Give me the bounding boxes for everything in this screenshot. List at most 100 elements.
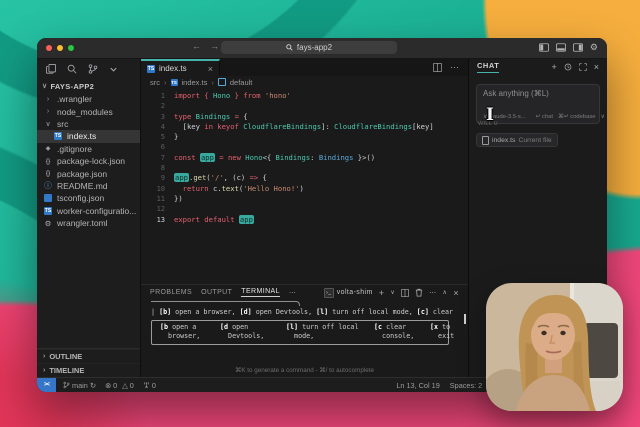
context-chip-current-file[interactable]: index.ts Current file <box>476 133 558 147</box>
errors-count: 0 <box>113 381 117 390</box>
breadcrumb[interactable]: src › TS index.ts › default <box>141 76 468 88</box>
explorer-root-header[interactable]: ∨ FAYS-APP2 <box>37 79 140 93</box>
screen: ← → fays-app2 ⚙ <box>0 0 640 427</box>
diamond-icon: ◆ <box>43 145 53 152</box>
terminal-instance-label: volta-shim <box>337 289 373 296</box>
tree-item-label: .gitignore <box>57 144 92 154</box>
tree-item-label: src <box>57 119 68 129</box>
terminal-dropdown-chevron-icon[interactable]: ∨ <box>390 289 395 296</box>
typescript-file-icon: TS <box>171 79 178 86</box>
chat-input-box[interactable]: Ask anything (⌘L) ∨ claude-3.5-s... ↵ ch… <box>476 84 600 124</box>
tab-terminal[interactable]: TERMINAL <box>241 288 280 297</box>
split-terminal-icon[interactable] <box>401 289 409 297</box>
maximize-panel-icon[interactable]: ∧ <box>443 289 448 296</box>
chat-submit-label[interactable]: ↵ chat <box>536 114 553 120</box>
code-line-9: 9app.get('/', (c) => { <box>141 173 468 183</box>
tree-item--wrangler[interactable]: ›.wrangler <box>37 93 140 105</box>
problems-status[interactable]: ⊗ 0 △ 0 <box>105 381 134 390</box>
source-control-branch-icon[interactable] <box>88 64 98 74</box>
toggle-primary-sidebar-icon[interactable] <box>539 43 549 52</box>
timeline-section[interactable]: › TIMELINE <box>37 363 140 377</box>
minimize-window-button[interactable] <box>57 45 63 51</box>
panel-more-tabs-icon[interactable]: ⋯ <box>289 289 296 297</box>
tab-index-ts[interactable]: TS index.ts × <box>141 59 220 76</box>
ports-status[interactable]: 0 <box>143 381 156 390</box>
chat-tab-label[interactable]: CHAT <box>477 61 499 73</box>
chevron-right-icon: › <box>43 353 45 360</box>
typescript-file-icon: TS <box>147 65 155 73</box>
expand-chat-icon[interactable] <box>579 63 587 71</box>
history-forward-button[interactable]: → <box>210 41 219 51</box>
line-number: 8 <box>141 163 174 173</box>
line-number: 10 <box>141 184 174 194</box>
zoom-window-button[interactable] <box>68 45 74 51</box>
search-sidebar-icon[interactable] <box>67 64 77 74</box>
code-line-11: 11}) <box>141 194 468 204</box>
tree-item-node-modules[interactable]: ›node_modules <box>37 105 140 117</box>
close-tab-icon[interactable]: × <box>208 64 213 74</box>
tab-output[interactable]: OUTPUT <box>201 289 232 297</box>
code-line-3: 3type Bindings = { <box>141 112 468 122</box>
toggle-secondary-sidebar-icon[interactable] <box>573 43 583 52</box>
close-window-button[interactable] <box>46 45 52 51</box>
tree-item-index-ts[interactable]: TSindex.ts <box>37 130 140 142</box>
breadcrumb-symbol[interactable]: default <box>230 78 253 87</box>
close-panel-icon[interactable]: × <box>453 288 459 298</box>
tree-item-label: package.json <box>57 169 107 179</box>
editor-more-actions-icon[interactable]: ⋯ <box>450 62 459 73</box>
code-line-10: 10 return c.text('Hello Hono!') <box>141 184 468 194</box>
webcam-video-frame <box>486 283 623 411</box>
line-number: 2 <box>141 101 174 111</box>
explorer-root-label: FAYS-APP2 <box>50 82 94 91</box>
code-line-7: 7const app = new Hono<{ Bindings: Bindin… <box>141 153 468 163</box>
more-views-chevron-icon[interactable] <box>109 65 118 74</box>
warnings-count: 0 <box>130 381 134 390</box>
explorer-files-icon[interactable] <box>46 64 56 74</box>
terminal-instance-chip[interactable]: ›_ volta-shim <box>324 288 373 298</box>
terminal-output[interactable]: | [b] open a browser, [d] open Devtools,… <box>141 300 468 377</box>
remote-indicator[interactable]: >< <box>37 378 56 392</box>
breadcrumb-src[interactable]: src <box>150 78 160 87</box>
outline-section[interactable]: › OUTLINE <box>37 349 140 363</box>
codebase-submit-label[interactable]: ⌘↵ codebase <box>558 114 595 120</box>
info-icon: ⓘ <box>43 180 53 191</box>
tree-item-package-lock-json[interactable]: {}package-lock.json <box>37 155 140 167</box>
chat-history-clock-icon[interactable] <box>564 63 572 71</box>
new-terminal-button[interactable]: + <box>379 288 385 298</box>
split-editor-icon[interactable] <box>433 63 442 72</box>
tree-item-wrangler-toml[interactable]: ⚙wrangler.toml <box>37 217 140 229</box>
submit-options-chevron-icon[interactable]: ∨ <box>600 114 604 120</box>
tree-item-label: wrangler.toml <box>57 218 108 228</box>
history-back-button[interactable]: ← <box>192 41 201 51</box>
legend-column: [l] turn off local mode, <box>286 323 374 341</box>
terminal-scrollbar[interactable] <box>464 314 466 324</box>
search-icon <box>286 44 293 51</box>
legend-column: [b open a browser, <box>160 323 220 341</box>
tab-problems[interactable]: PROBLEMS <box>150 289 192 297</box>
ports-count: 0 <box>152 381 156 390</box>
close-chat-icon[interactable]: × <box>594 62 599 72</box>
new-chat-button[interactable]: + <box>551 62 556 72</box>
tree-item-src[interactable]: ∨ src <box>37 118 140 130</box>
tree-item--gitignore[interactable]: ◆ .gitignore <box>37 143 140 155</box>
command-center-search[interactable]: fays-app2 <box>221 41 397 54</box>
line-number: 11 <box>141 194 174 204</box>
git-branch-status[interactable]: main ↻ <box>63 381 96 390</box>
statusbar-item[interactable]: Ln 13, Col 19 <box>396 381 439 390</box>
tree-item-readme-md[interactable]: ⓘREADME.md <box>37 180 140 192</box>
tree-item-package-json[interactable]: {}package.json <box>37 167 140 179</box>
breadcrumb-file[interactable]: index.ts <box>182 78 208 87</box>
code-line-2: 2 <box>141 101 468 111</box>
kill-terminal-trash-icon[interactable] <box>415 288 423 297</box>
customize-layout-gear-icon[interactable]: ⚙ <box>590 42 598 53</box>
tree-item-worker-configuratio-[interactable]: TSworker-configuratio... <box>37 205 140 217</box>
ts-icon: TS <box>43 207 53 215</box>
code-editor[interactable]: 1import { Hono } from 'hono'23type Bindi… <box>141 88 468 284</box>
panel-more-actions-icon[interactable]: ⋯ <box>429 289 436 297</box>
toggle-panel-icon[interactable] <box>556 43 566 52</box>
chevron-down-icon: ∨ <box>42 82 47 90</box>
chevdown-icon: ∨ <box>43 120 53 128</box>
statusbar-item[interactable]: Spaces: 2 <box>450 381 482 390</box>
tree-item-tsconfig-json[interactable]: tsconfig.json <box>37 192 140 204</box>
panel-tabbar: PROBLEMS OUTPUT TERMINAL ⋯ ›_ volta-shim… <box>141 285 468 300</box>
